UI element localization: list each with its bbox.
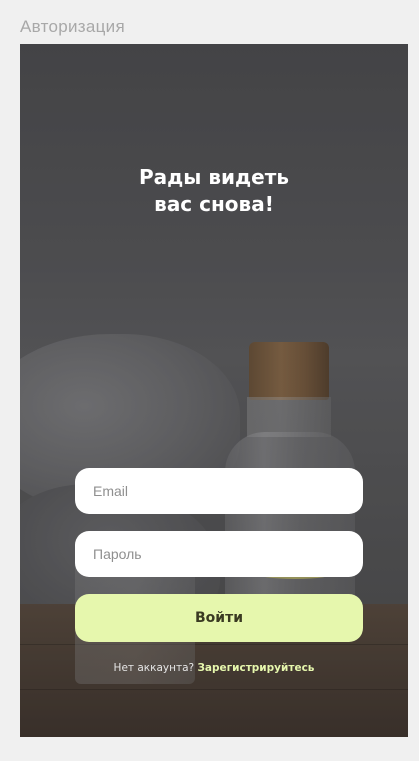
- password-field[interactable]: [75, 531, 363, 577]
- signup-link[interactable]: Зарегистрируйтесь: [197, 662, 314, 674]
- email-field[interactable]: [75, 468, 363, 514]
- page-title-line-2: вас снова!: [154, 192, 274, 216]
- login-button[interactable]: Войти: [75, 594, 363, 642]
- signup-prompt: Нет аккаунта?: [113, 662, 198, 674]
- page-title: Рады видеть вас снова!: [20, 164, 408, 218]
- signup-row: Нет аккаунта? Зарегистрируйтесь: [20, 662, 408, 674]
- auth-screen: Рады видеть вас снова! Войти Нет аккаунт…: [20, 44, 408, 737]
- frame-label: Авторизация: [20, 17, 125, 36]
- page-title-line-1: Рады видеть: [139, 165, 289, 189]
